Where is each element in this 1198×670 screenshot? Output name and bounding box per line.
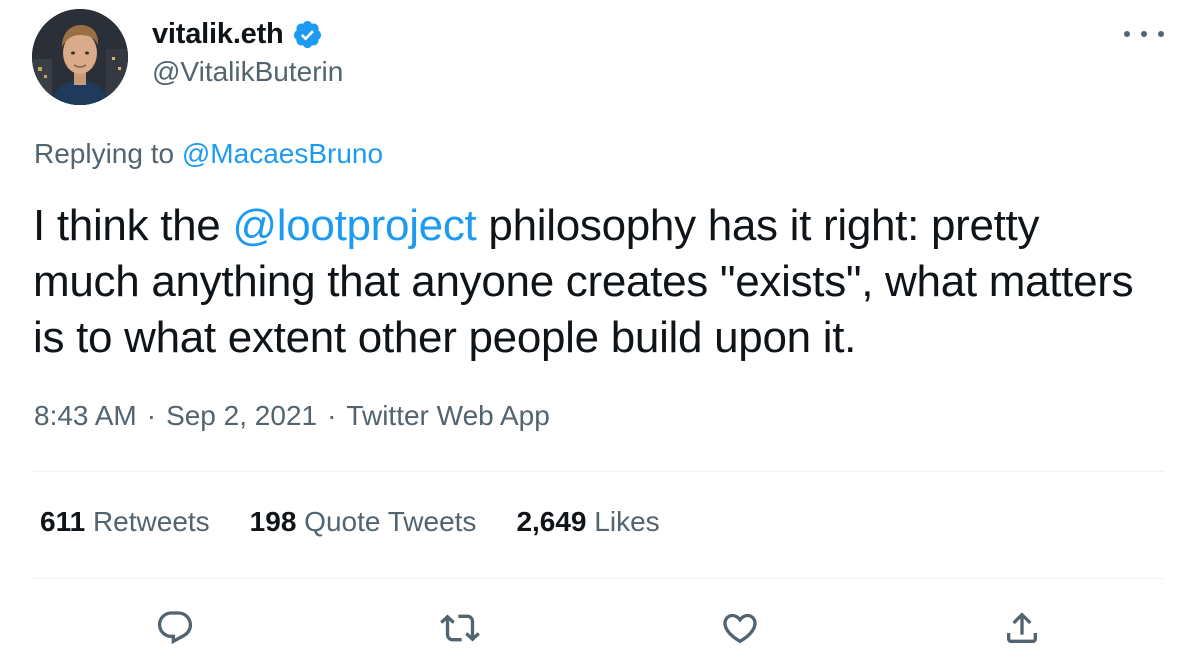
retweets-count: 611 bbox=[40, 506, 86, 537]
reply-icon bbox=[157, 611, 193, 645]
tweet-date[interactable]: Sep 2, 2021 bbox=[166, 400, 317, 432]
tweet-source-link[interactable]: Twitter Web App bbox=[346, 400, 549, 432]
more-dot bbox=[1141, 31, 1147, 37]
heart-icon bbox=[723, 613, 757, 644]
retweets-stat[interactable]: 611 Retweets bbox=[40, 506, 210, 538]
tweet-mention-link[interactable]: @lootproject bbox=[232, 201, 476, 250]
likes-label: Likes bbox=[594, 506, 660, 537]
meta-separator: · bbox=[146, 400, 157, 431]
more-dot bbox=[1158, 31, 1164, 37]
share-icon bbox=[1007, 612, 1037, 643]
verified-badge-icon bbox=[292, 19, 323, 50]
replying-to: Replying to @MacaesBruno bbox=[34, 138, 383, 170]
retweets-label: Retweets bbox=[92, 506, 210, 537]
like-button[interactable] bbox=[710, 598, 770, 658]
avatar-image bbox=[32, 9, 128, 105]
quote-tweets-count: 198 bbox=[249, 506, 297, 537]
tweet-detail: vitalik.eth @VitalikButerin Replying to … bbox=[0, 0, 1198, 670]
tweet-time[interactable]: 8:43 AM bbox=[34, 400, 137, 432]
retweet-icon bbox=[440, 614, 480, 642]
quote-tweets-stat[interactable]: 198 Quote Tweets bbox=[250, 506, 477, 538]
action-bar bbox=[0, 598, 1198, 658]
more-options-icon[interactable] bbox=[1124, 22, 1164, 46]
meta-separator: · bbox=[327, 400, 337, 431]
reply-button[interactable] bbox=[145, 598, 205, 658]
reply-mention-link[interactable]: @MacaesBruno bbox=[182, 138, 383, 169]
engagement-stats: 611 Retweets 198 Quote Tweets 2,649 Like… bbox=[40, 506, 660, 538]
divider bbox=[32, 578, 1164, 579]
retweet-button[interactable] bbox=[430, 598, 490, 658]
author-name-row: vitalik.eth bbox=[152, 14, 323, 54]
author-handle[interactable]: @VitalikButerin bbox=[152, 56, 343, 88]
avatar[interactable] bbox=[32, 9, 128, 105]
divider bbox=[32, 471, 1164, 472]
replying-prefix: Replying to bbox=[34, 138, 175, 169]
author-display-name[interactable]: vitalik.eth bbox=[152, 18, 284, 51]
likes-count: 2,649 bbox=[516, 506, 587, 537]
share-button[interactable] bbox=[992, 598, 1052, 658]
likes-stat[interactable]: 2,649 Likes bbox=[516, 506, 659, 538]
tweet-meta: 8:43 AM · Sep 2, 2021 · Twitter Web App bbox=[34, 400, 550, 432]
tweet-text-before: I think the bbox=[33, 201, 233, 250]
quote-tweets-label: Quote Tweets bbox=[304, 506, 477, 537]
more-dot bbox=[1124, 31, 1130, 37]
tweet-text: I think the @lootproject philosophy has … bbox=[33, 198, 1153, 366]
